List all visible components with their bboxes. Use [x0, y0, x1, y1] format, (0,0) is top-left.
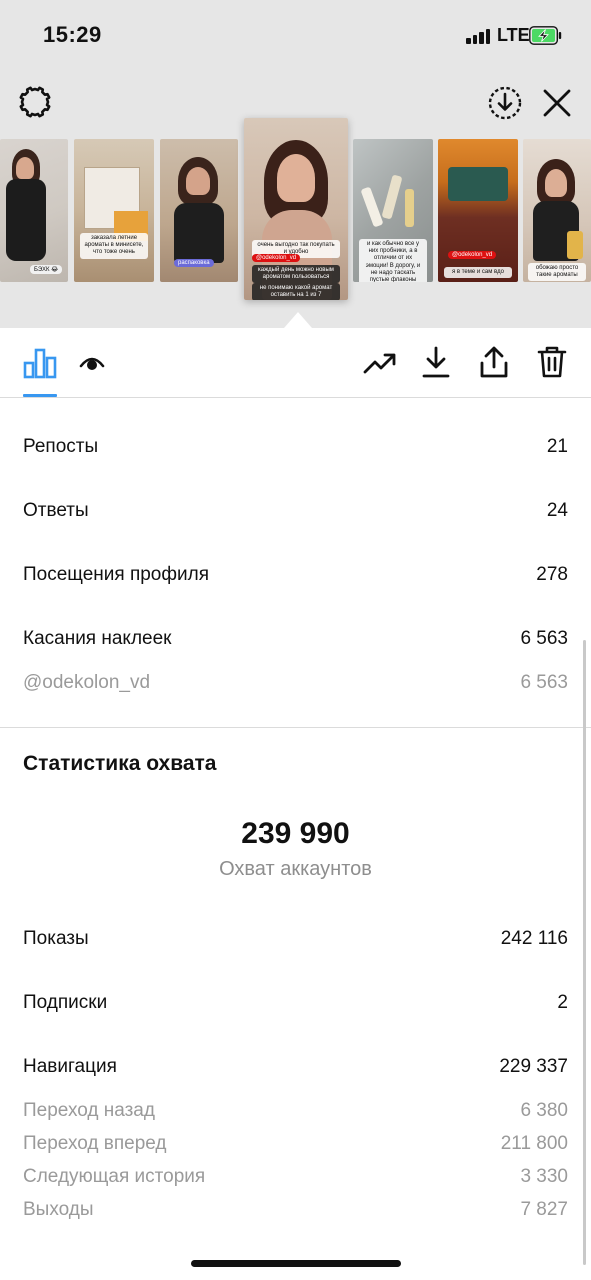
tab-insights[interactable]	[20, 344, 60, 382]
stat-value: 24	[546, 500, 568, 521]
stat-sub-label: @odekolon_vd	[23, 672, 151, 693]
selected-pointer	[284, 312, 312, 328]
close-button[interactable]	[538, 84, 576, 122]
story-thumbnails: БЭХК 😂 заказала летние ароматы в минисет…	[0, 118, 591, 306]
trash-icon	[537, 346, 567, 378]
download-icon	[422, 346, 450, 378]
stat-sub-value: 6 563	[520, 672, 568, 693]
stat-row-sticker-taps: Касания наклеек 6 563	[23, 628, 568, 650]
bar-chart-icon	[23, 348, 57, 379]
story-sticker: БЭХК 😂	[30, 265, 63, 274]
stat-value: 21	[546, 436, 568, 457]
story-thumbnail-selected[interactable]: очень выгодно так покупать и удобно @ode…	[244, 118, 348, 300]
delete-button[interactable]	[533, 342, 571, 382]
stat-sub-label: Выходы	[23, 1199, 94, 1220]
stat-label: Навигация	[23, 1056, 117, 1077]
stat-sub-label: Следующая история	[23, 1166, 206, 1187]
stat-sub-label: Переход назад	[23, 1100, 155, 1121]
battery-charging-icon	[529, 26, 562, 45]
stat-row-follows: Подписки 2	[23, 992, 568, 1014]
scrollbar[interactable]	[583, 640, 586, 1265]
story-sticker: распаковка	[174, 259, 214, 267]
status-time: 15:29	[43, 22, 102, 47]
stat-value: 6 563	[520, 628, 568, 649]
stat-label: Подписки	[23, 992, 108, 1013]
accounts-reached-label: Охват аккаунтов	[219, 858, 372, 880]
story-viewer-header: 15:29 LTE БЭХК 😂 заказала летние ароматы…	[0, 0, 591, 328]
home-indicator[interactable]	[191, 1260, 401, 1267]
stat-label: Посещения профиля	[23, 564, 209, 585]
reach-section-title: Статистика охвата	[23, 752, 217, 775]
stat-row-forward: Переход вперед 211 800	[23, 1133, 568, 1155]
close-icon	[543, 89, 571, 117]
stat-value: 278	[536, 564, 568, 585]
mention-sticker: @odekolon_vd	[252, 254, 301, 262]
stat-row-replies: Ответы 24	[23, 500, 568, 522]
gear-icon	[19, 86, 51, 118]
status-bar: 15:29 LTE	[0, 0, 591, 70]
promote-button[interactable]	[361, 346, 399, 380]
story-thumbnail-7[interactable]: обожаю просто такие ароматы	[523, 139, 591, 282]
settings-button[interactable]	[16, 83, 54, 121]
story-thumbnail-6[interactable]: @odekolon_vd я в теме и сам вдо	[438, 139, 518, 282]
stat-sub-value: 3 330	[520, 1166, 568, 1187]
stat-sub-value: 6 380	[520, 1100, 568, 1121]
section-divider	[0, 727, 591, 728]
accounts-reached-value: 239 990	[241, 817, 350, 850]
stat-row-exits: Выходы 7 827	[23, 1199, 568, 1221]
stat-value: 2	[557, 992, 568, 1013]
stat-row-impressions: Показы 242 116	[23, 928, 568, 950]
tab-viewers[interactable]	[76, 348, 108, 378]
download-button[interactable]	[418, 342, 454, 382]
story-thumbnail-3[interactable]: распаковка	[160, 139, 238, 282]
save-story-button[interactable]	[485, 83, 525, 123]
stat-row-reposts: Репосты 21	[23, 436, 568, 458]
stat-row-profile-visits: Посещения профиля 278	[23, 564, 568, 586]
stat-row-navigation: Навигация 229 337	[23, 1056, 568, 1078]
trending-up-icon	[363, 353, 396, 374]
stat-row-next-story: Следующая история 3 330	[23, 1166, 568, 1188]
insights-toolbar	[0, 328, 591, 398]
stat-row-sticker-account: @odekolon_vd 6 563	[23, 672, 568, 694]
network-type: LTE	[497, 25, 530, 45]
active-tab-indicator	[23, 394, 57, 397]
stat-sub-value: 7 827	[520, 1199, 568, 1220]
stat-label: Касания наклеек	[23, 628, 172, 649]
stat-row-back: Переход назад 6 380	[23, 1100, 568, 1122]
stat-sub-label: Переход вперед	[23, 1133, 167, 1154]
story-thumbnail-5[interactable]: и как обычно все у них пробники, а в отл…	[353, 139, 433, 282]
eye-icon	[79, 357, 105, 370]
stat-label: Репосты	[23, 436, 99, 457]
stat-value: 242 116	[500, 928, 568, 949]
signal-icon	[466, 29, 491, 44]
download-circle-icon	[488, 86, 522, 120]
mention-sticker: @odekolon_vd	[448, 251, 497, 259]
stat-sub-value: 211 800	[500, 1133, 568, 1154]
share-icon	[480, 346, 508, 378]
stat-value: 229 337	[499, 1056, 568, 1077]
stat-label: Показы	[23, 928, 89, 949]
share-button[interactable]	[475, 342, 513, 382]
story-thumbnail-2[interactable]: заказала летние ароматы в минисете, что …	[74, 139, 154, 282]
stat-label: Ответы	[23, 500, 89, 521]
story-thumbnail-1[interactable]: БЭХК 😂	[0, 139, 68, 282]
